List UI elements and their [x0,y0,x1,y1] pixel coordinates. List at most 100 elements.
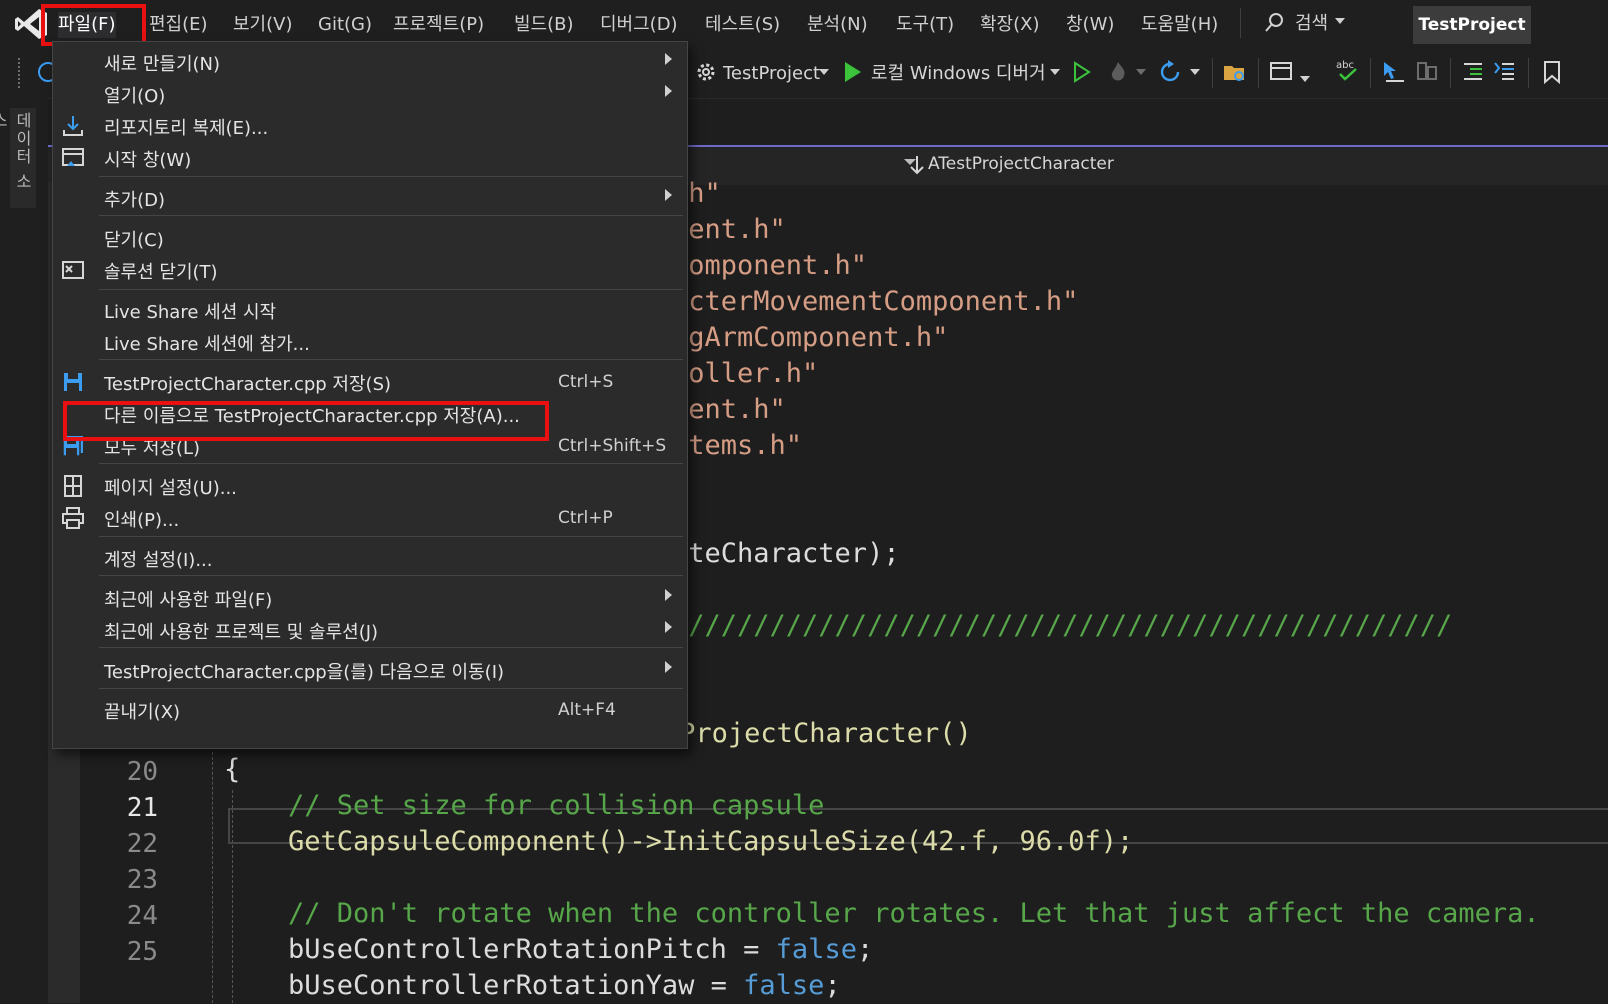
left-tool-strip [0,98,48,1003]
code-line: Component.h" [672,250,868,281]
menu-extensions[interactable]: 확장(X) [980,12,1040,38]
keyword-token: false [743,970,825,1001]
chevron-down-icon[interactable] [1050,68,1060,76]
toolbar-divider [1370,58,1371,88]
menu-item-label: 계정 설정(I)... [104,550,213,571]
code-line: stems.h" [672,430,803,461]
menu-item-shortcut: Ctrl+S [558,372,614,392]
menu-item-shortcut: Ctrl+P [558,508,613,528]
svg-text:abc: abc [1336,60,1354,71]
folder-search-icon[interactable] [1222,59,1248,85]
submenu-arrow-icon [665,85,672,97]
printer-icon [62,507,84,529]
line-number: 22 [126,829,158,859]
code-line: // Don't rotate when the controller rota… [288,898,1540,929]
menu-separator [99,176,683,177]
chevron-down-icon[interactable] [1335,18,1345,24]
menu-tools[interactable]: 도구(T) [896,12,954,38]
start-debugger-button[interactable]: 로컬 Windows 디버거 [871,60,1046,88]
member-dropdown[interactable]: ATestProjectCharacter [928,154,1114,174]
uncomment-lines-icon[interactable] [1492,59,1518,85]
menu-edit[interactable]: 편집(E) [149,12,208,38]
menu-item-label: 페이지 설정(U)... [104,478,237,499]
menu-separator [99,688,683,689]
menu-item-move-to[interactable]: TestProjectCharacter.cpp을(를) 다음으로 이동(I) [53,654,687,686]
save-icon [64,373,82,391]
menu-item-clone-repository[interactable]: 리포지토리 복제(E)... [53,110,687,142]
menu-item-save[interactable]: TestProjectCharacter.cpp 저장(S) Ctrl+S [53,366,687,398]
align-icon[interactable] [1414,59,1440,85]
menu-item-label: 새로 만들기(N) [104,54,221,75]
menu-item-exit[interactable]: 끝내기(X) Alt+F4 [53,694,687,726]
select-pointer-icon[interactable] [1380,59,1406,85]
menu-item-live-share-start[interactable]: Live Share 세션 시작 [53,294,687,326]
restart-icon[interactable] [1157,59,1183,85]
search-label[interactable]: 검색 [1295,10,1328,38]
menu-divider [1240,8,1241,38]
menu-item-close[interactable]: 닫기(C) [53,222,687,254]
menu-item-close-solution[interactable]: 솔루션 닫기(T) [53,254,687,286]
menu-item-label: 닫기(C) [104,230,164,251]
menu-item-open[interactable]: 열기(O) [53,78,687,110]
start-window-icon [62,148,84,166]
data-source-tab[interactable]: 데이터 소스 [0,112,34,206]
menu-item-add[interactable]: 추가(D) [53,182,687,214]
code-line: ateCharacter); [672,538,900,569]
menu-item-recent-files[interactable]: 최근에 사용한 파일(F) [53,582,687,614]
menu-item-label: 추가(D) [104,190,166,211]
menu-analyze[interactable]: 분석(N) [807,12,868,38]
menu-separator [99,215,683,216]
code-line: GetCapsuleComponent()->InitCapsuleSize(4… [288,826,1134,857]
menu-separator [99,647,683,648]
code-line: ////////////////////////////////////////… [672,610,1453,641]
hot-reload-icon[interactable] [1106,60,1130,84]
chevron-down-icon[interactable] [1300,74,1310,84]
code-line: // Set size for collision capsule [288,790,825,821]
menu-build[interactable]: 빌드(B) [514,12,574,38]
startup-project-select[interactable]: TestProject [723,60,820,88]
menu-project[interactable]: 프로젝트(P) [393,12,484,38]
menu-item-label: TestProjectCharacter.cpp 저장(S) [104,374,392,395]
menu-item-live-share-join[interactable]: Live Share 세션에 참가... [53,326,687,358]
bookmark-icon[interactable] [1540,59,1564,85]
menu-item-print[interactable]: 인쇄(P)... Ctrl+P [53,502,687,534]
file-menu-dropdown: 새로 만들기(N) 열기(O) 리포지토리 복제(E)... 시작 창(W) 추… [52,41,688,749]
project-name-badge: TestProject [1413,6,1531,44]
menu-item-page-setup[interactable]: 페이지 설정(U)... [53,470,687,502]
spell-check-icon[interactable]: abc [1334,58,1362,84]
menu-separator [99,463,683,464]
menu-separator [99,359,683,360]
line-number-current: 21 [126,793,158,823]
code-line: acterMovementComponent.h" [672,286,1079,317]
menu-item-account-settings[interactable]: 계정 설정(I)... [53,542,687,574]
menu-item-label: 최근에 사용한 프로젝트 및 솔루션(J) [104,622,379,643]
menu-git[interactable]: Git(G) [318,12,372,38]
toolbar-divider [1258,58,1259,88]
toolbar-grip[interactable] [18,58,24,88]
window-layout-icon[interactable] [1268,59,1294,85]
chevron-down-icon[interactable] [1190,68,1200,76]
menu-separator [99,575,683,576]
download-icon [63,116,83,136]
menu-item-start-window[interactable]: 시작 창(W) [53,142,687,174]
code-line: { [224,754,241,785]
play-icon[interactable] [843,60,863,84]
keyword-token: false [775,934,857,965]
menu-view[interactable]: 보기(V) [233,12,292,38]
chevron-down-icon[interactable] [819,68,829,76]
menu-item-new[interactable]: 새로 만들기(N) [53,46,687,78]
submenu-arrow-icon [665,589,672,601]
start-without-debugging-icon[interactable] [1072,60,1092,84]
menu-window[interactable]: 창(W) [1066,12,1114,38]
line-number: 25 [126,937,158,967]
menu-item-recent-projects[interactable]: 최근에 사용한 프로젝트 및 솔루션(J) [53,614,687,646]
comment-lines-icon[interactable] [1460,59,1486,85]
menu-debug[interactable]: 디버그(D) [600,12,678,38]
menu-help[interactable]: 도움말(H) [1141,12,1218,38]
gear-icon[interactable] [694,60,718,84]
menu-item-shortcut: Ctrl+Shift+S [558,436,667,456]
search-icon[interactable] [1263,12,1285,34]
submenu-arrow-icon [665,53,672,65]
chevron-down-icon[interactable] [1136,68,1146,76]
menu-test[interactable]: 테스트(S) [705,12,780,38]
